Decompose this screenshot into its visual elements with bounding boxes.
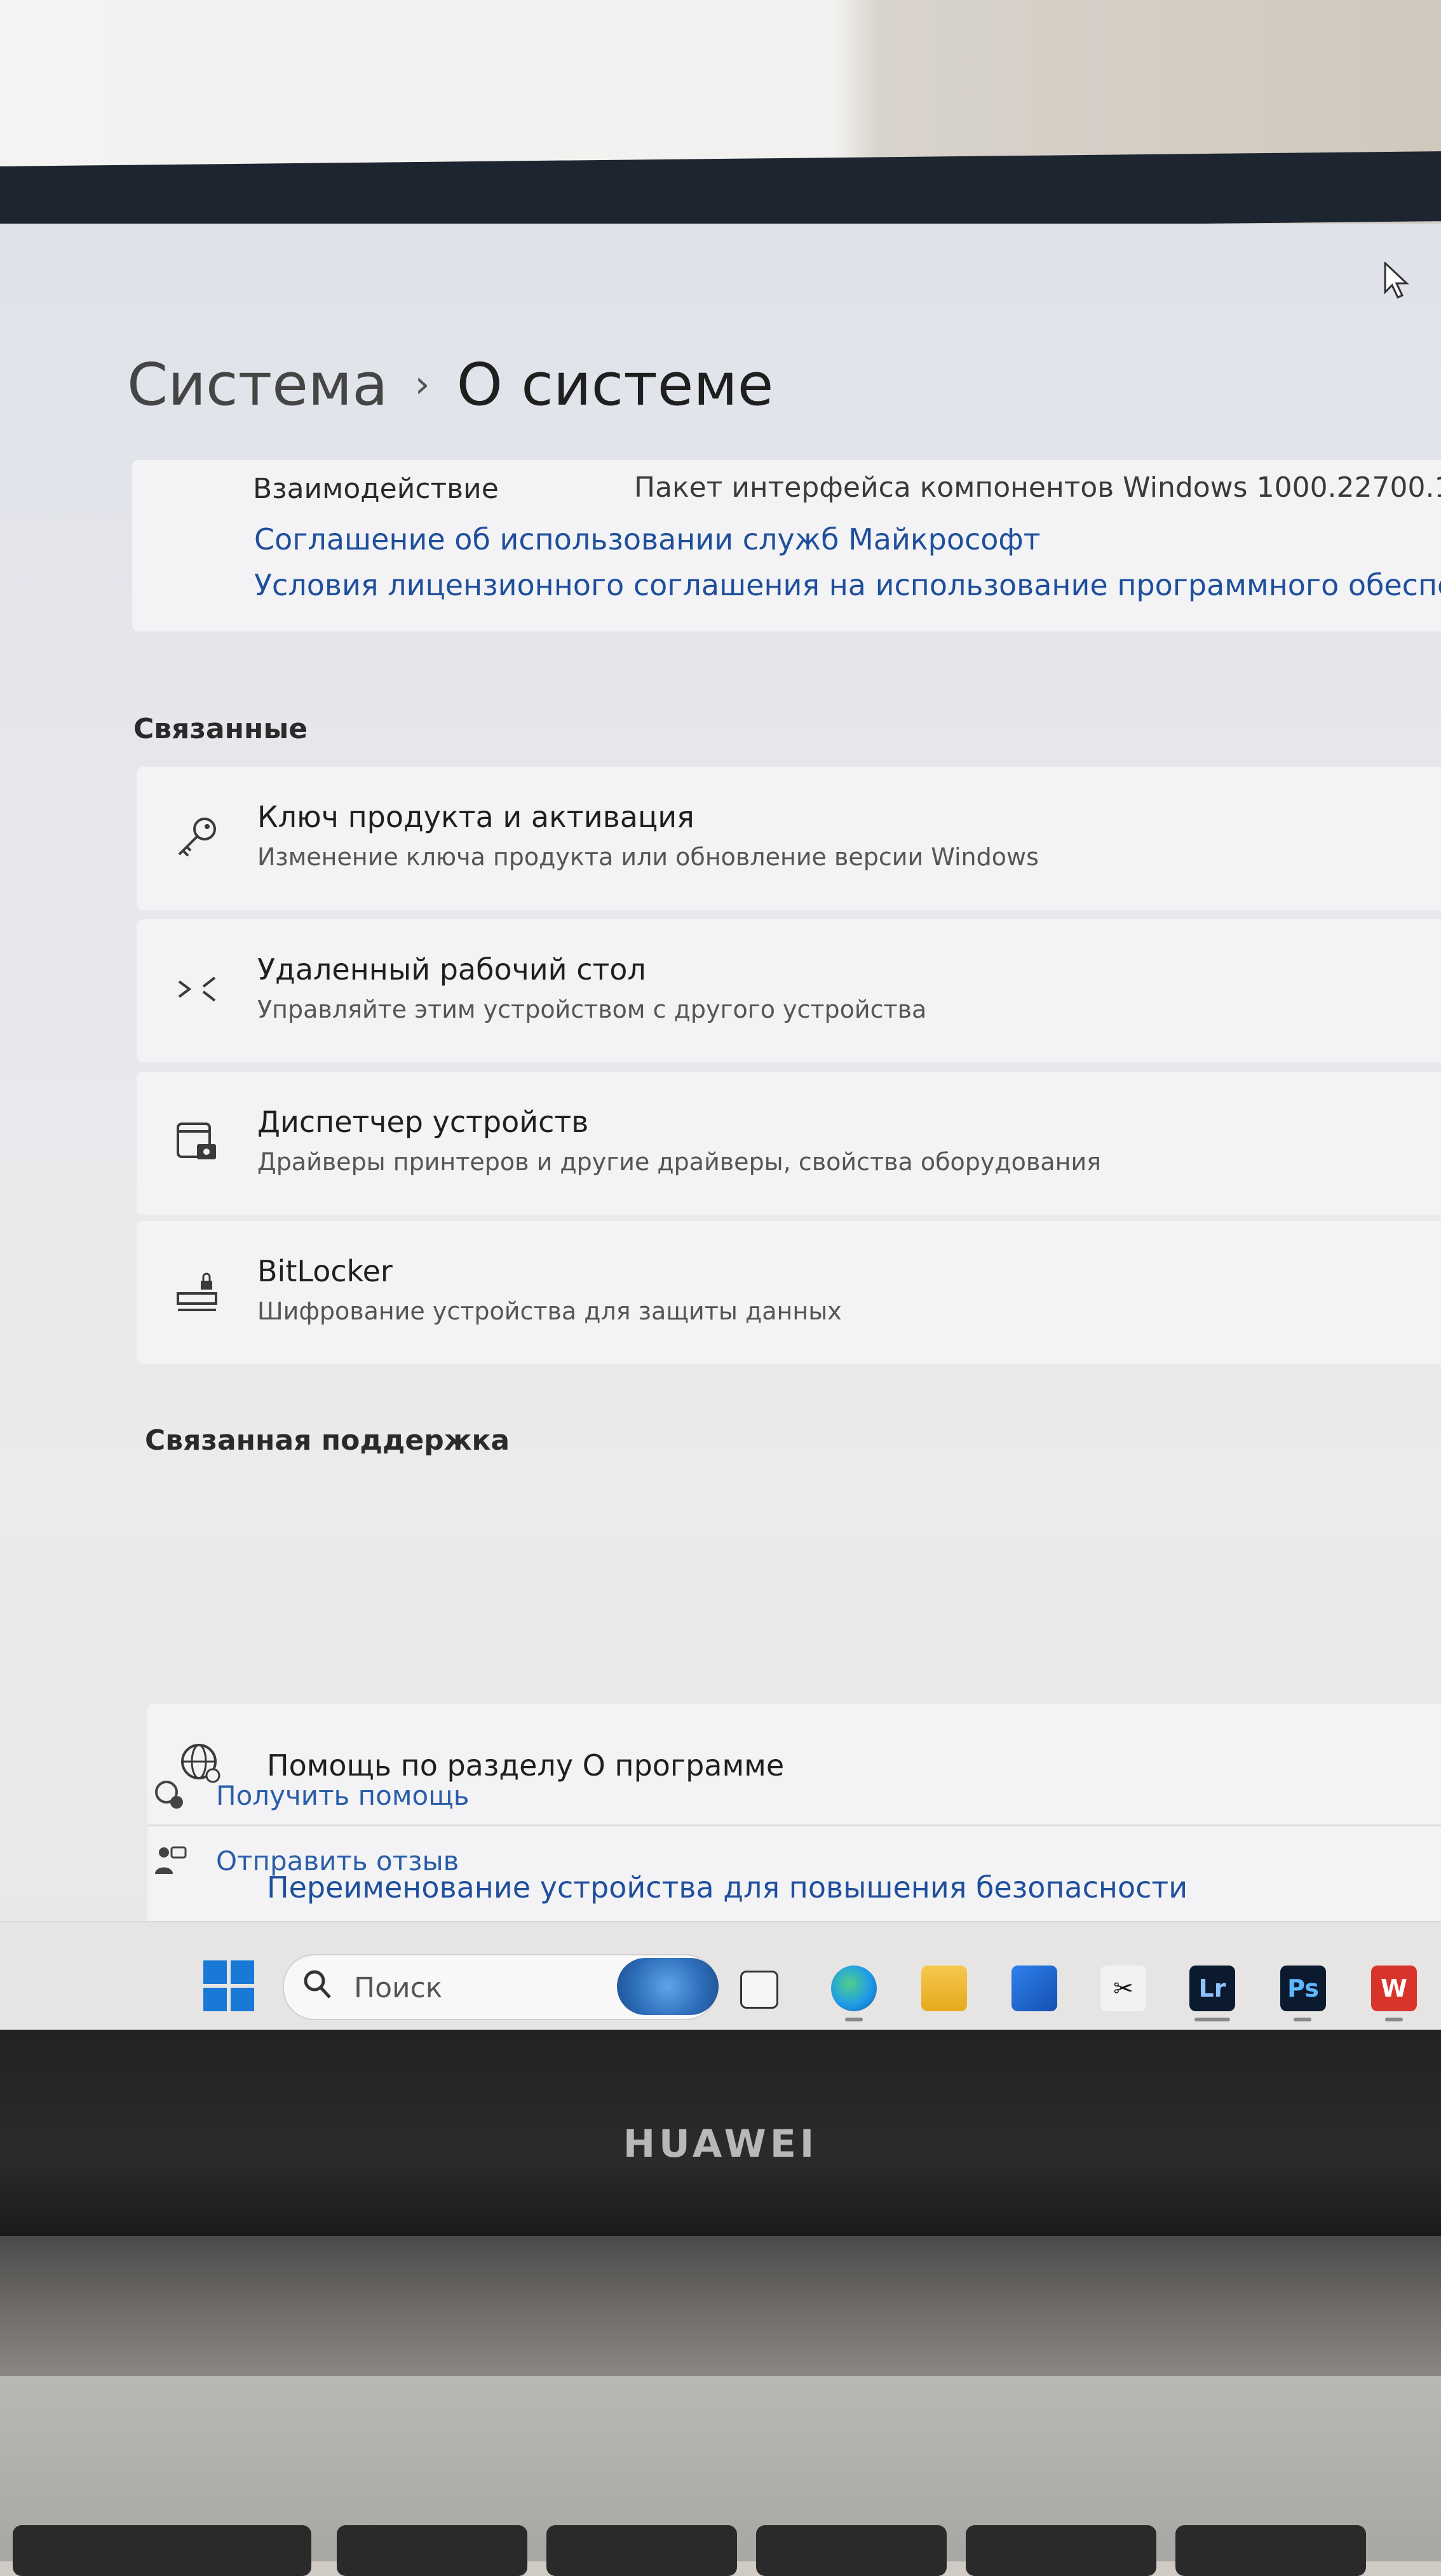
edge-running-indicator — [845, 2018, 863, 2021]
remote-desktop-icon — [172, 964, 222, 1015]
page-title: О системе — [456, 351, 774, 419]
experience-value: Пакет интерфейса компонентов Windows 100… — [634, 471, 1441, 504]
keyboard-key — [966, 2525, 1156, 2576]
get-help-link[interactable]: Получить помощь — [216, 1780, 470, 1811]
keyboard-key — [546, 2525, 737, 2576]
related-item-bitlocker[interactable]: BitLocker Шифрование устройства для защи… — [137, 1221, 1441, 1364]
related-item-product-key[interactable]: Ключ продукта и активация Изменение ключ… — [137, 767, 1441, 910]
laptop-brand-logo: HUAWEI — [623, 2122, 818, 2166]
related-item-subtitle: Изменение ключа продукта или обновление … — [257, 843, 1039, 871]
related-item-remote-desktop[interactable]: Удаленный рабочий стол Управляйте этим у… — [137, 919, 1441, 1062]
capcut-icon[interactable]: ✂ — [1100, 1966, 1146, 2011]
related-support-section-title: Связанная поддержка — [145, 1424, 510, 1457]
keyboard-key — [337, 2525, 527, 2576]
wps-office-icon[interactable]: W — [1371, 1966, 1417, 2011]
related-item-title: Ключ продукта и активация — [257, 800, 694, 834]
photoshop-running-indicator — [1294, 2018, 1311, 2021]
lightroom-running-indicator — [1194, 2018, 1230, 2021]
keyboard-key — [756, 2525, 947, 2576]
related-support-card: Помощь по разделу О программе Переименов… — [147, 1704, 1441, 1945]
key-icon — [172, 811, 222, 862]
divider — [147, 1824, 1441, 1826]
file-explorer-icon[interactable] — [921, 1966, 967, 2011]
wps-running-indicator — [1385, 2018, 1403, 2021]
related-item-title: Удаленный рабочий стол — [257, 952, 646, 987]
task-view-icon[interactable] — [740, 1971, 778, 2009]
breadcrumb-parent[interactable]: Система — [127, 351, 388, 419]
lightroom-icon[interactable]: Lr — [1189, 1966, 1235, 2011]
feedback-icon — [152, 1844, 188, 1879]
about-help-expander[interactable]: Помощь по разделу О программе — [267, 1748, 784, 1783]
related-section-title: Связанные — [133, 713, 308, 745]
license-terms-link[interactable]: Условия лицензионного соглашения на испо… — [254, 568, 1441, 602]
device-manager-icon — [172, 1116, 222, 1167]
background-wall — [0, 0, 1441, 178]
related-item-subtitle: Шифрование устройства для защиты данных — [257, 1297, 842, 1325]
send-feedback-link[interactable]: Отправить отзыв — [216, 1845, 459, 1877]
experience-label: Взаимодействие — [253, 473, 499, 505]
related-item-title: Диспетчер устройств — [257, 1105, 589, 1139]
edge-icon[interactable] — [831, 1966, 877, 2011]
search-placeholder: Поиск — [354, 1972, 443, 2004]
keyboard-key — [1175, 2525, 1366, 2576]
taskbar: Поиск ✂ Lr Ps W — [0, 1921, 1441, 2034]
services-agreement-link[interactable]: Соглашение об использовании служб Майкро… — [254, 522, 1041, 556]
search-highlight-image — [617, 1958, 719, 2015]
mouse-cursor-icon — [1383, 260, 1412, 308]
settings-window: Система › О системе Взаимодействие Пакет и… — [0, 224, 1441, 2034]
keyboard-key — [121, 2525, 311, 2576]
taskbar-search[interactable]: Поиск — [283, 1954, 719, 2020]
bitlocker-icon — [172, 1265, 222, 1316]
photoshop-icon[interactable]: Ps — [1280, 1966, 1326, 2011]
breadcrumb-chevron-icon: › — [414, 362, 430, 407]
related-item-subtitle: Драйверы принтеров и другие драйверы, св… — [257, 1148, 1102, 1176]
search-icon — [302, 1967, 334, 2009]
laptop-hinge — [0, 2236, 1441, 2376]
related-item-subtitle: Управляйте этим устройством с другого ус… — [257, 995, 927, 1023]
breadcrumb: Система › О системе — [127, 351, 773, 419]
get-help-icon — [152, 1778, 188, 1814]
related-item-title: BitLocker — [257, 1254, 393, 1288]
related-item-device-manager[interactable]: Диспетчер устройств Драйверы принтеров и… — [137, 1072, 1441, 1215]
store-icon[interactable] — [1011, 1966, 1057, 2011]
about-info-card: Взаимодействие Пакет интерфейса компонен… — [132, 460, 1441, 631]
start-button[interactable] — [203, 1960, 254, 2011]
